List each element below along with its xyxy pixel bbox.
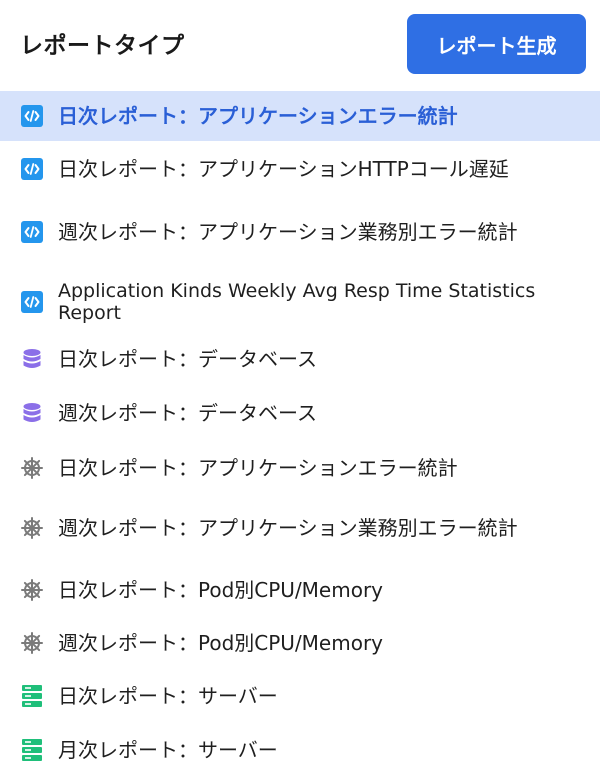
kubernetes-icon [20,578,44,602]
list-item[interactable]: 日次レポート：データベース [0,334,600,384]
list-item[interactable]: 週次レポート：アプリケーション業務別エラー統計 [0,200,600,264]
kubernetes-icon [20,456,44,480]
code-icon [20,290,44,314]
list-item-label: 日次レポート：サーバー [58,684,278,708]
page-title: レポートタイプ [20,33,185,59]
list-item[interactable]: 日次レポート：アプリケーションエラー統計 [0,91,600,141]
list-item-label: Application Kinds Weekly Avg Resp Time S… [58,280,536,324]
report-type-panel: レポートタイプ レポート生成 日次レポート：アプリケーションエラー統計 日次レポ… [0,0,600,780]
list-item[interactable]: 月次レポート：サーバー [0,725,600,775]
list-item[interactable]: Application Kinds Weekly Avg Resp Time S… [0,270,600,334]
code-icon [20,220,44,244]
list-item-label: 週次レポート：Pod別CPU/Memory [58,631,384,655]
code-icon [20,157,44,181]
database-icon [20,401,44,425]
server-icon [20,738,44,762]
list-item-label: 日次レポート：アプリケーションエラー統計 [58,104,458,128]
kubernetes-icon [20,631,44,655]
panel-header: レポートタイプ レポート生成 [0,0,600,88]
list-item-label: 日次レポート：データベース [58,347,317,371]
generate-report-button[interactable]: レポート生成 [407,14,586,74]
list-item[interactable]: 週次レポート：アプリケーション業務別エラー統計 [0,496,600,560]
list-item[interactable]: 週次レポート：データベース [0,388,600,438]
database-icon [20,347,44,371]
list-item-label: 日次レポート：アプリケーションHTTPコール遅延 [58,157,509,181]
list-item[interactable]: 週次レポート：Pod別CPU/Memory [0,618,600,668]
list-item-label: 月次レポート：サーバー [58,738,278,762]
list-item[interactable]: 日次レポート：アプリケーションエラー統計 [0,443,600,493]
list-item[interactable]: 日次レポート：サーバー [0,671,600,721]
list-item-label: 日次レポート：アプリケーションエラー統計 [58,456,458,480]
list-item-label: 週次レポート：データベース [58,401,317,425]
list-item[interactable]: 日次レポート：アプリケーションHTTPコール遅延 [0,144,600,194]
list-item[interactable]: 日次レポート：Pod別CPU/Memory [0,565,600,615]
server-icon [20,684,44,708]
list-item-label: 日次レポート：Pod別CPU/Memory [58,578,384,602]
kubernetes-icon [20,516,44,540]
code-icon [20,104,44,128]
list-item-label: 週次レポート：アプリケーション業務別エラー統計 [58,220,518,244]
list-item-label: 週次レポート：アプリケーション業務別エラー統計 [58,516,518,540]
